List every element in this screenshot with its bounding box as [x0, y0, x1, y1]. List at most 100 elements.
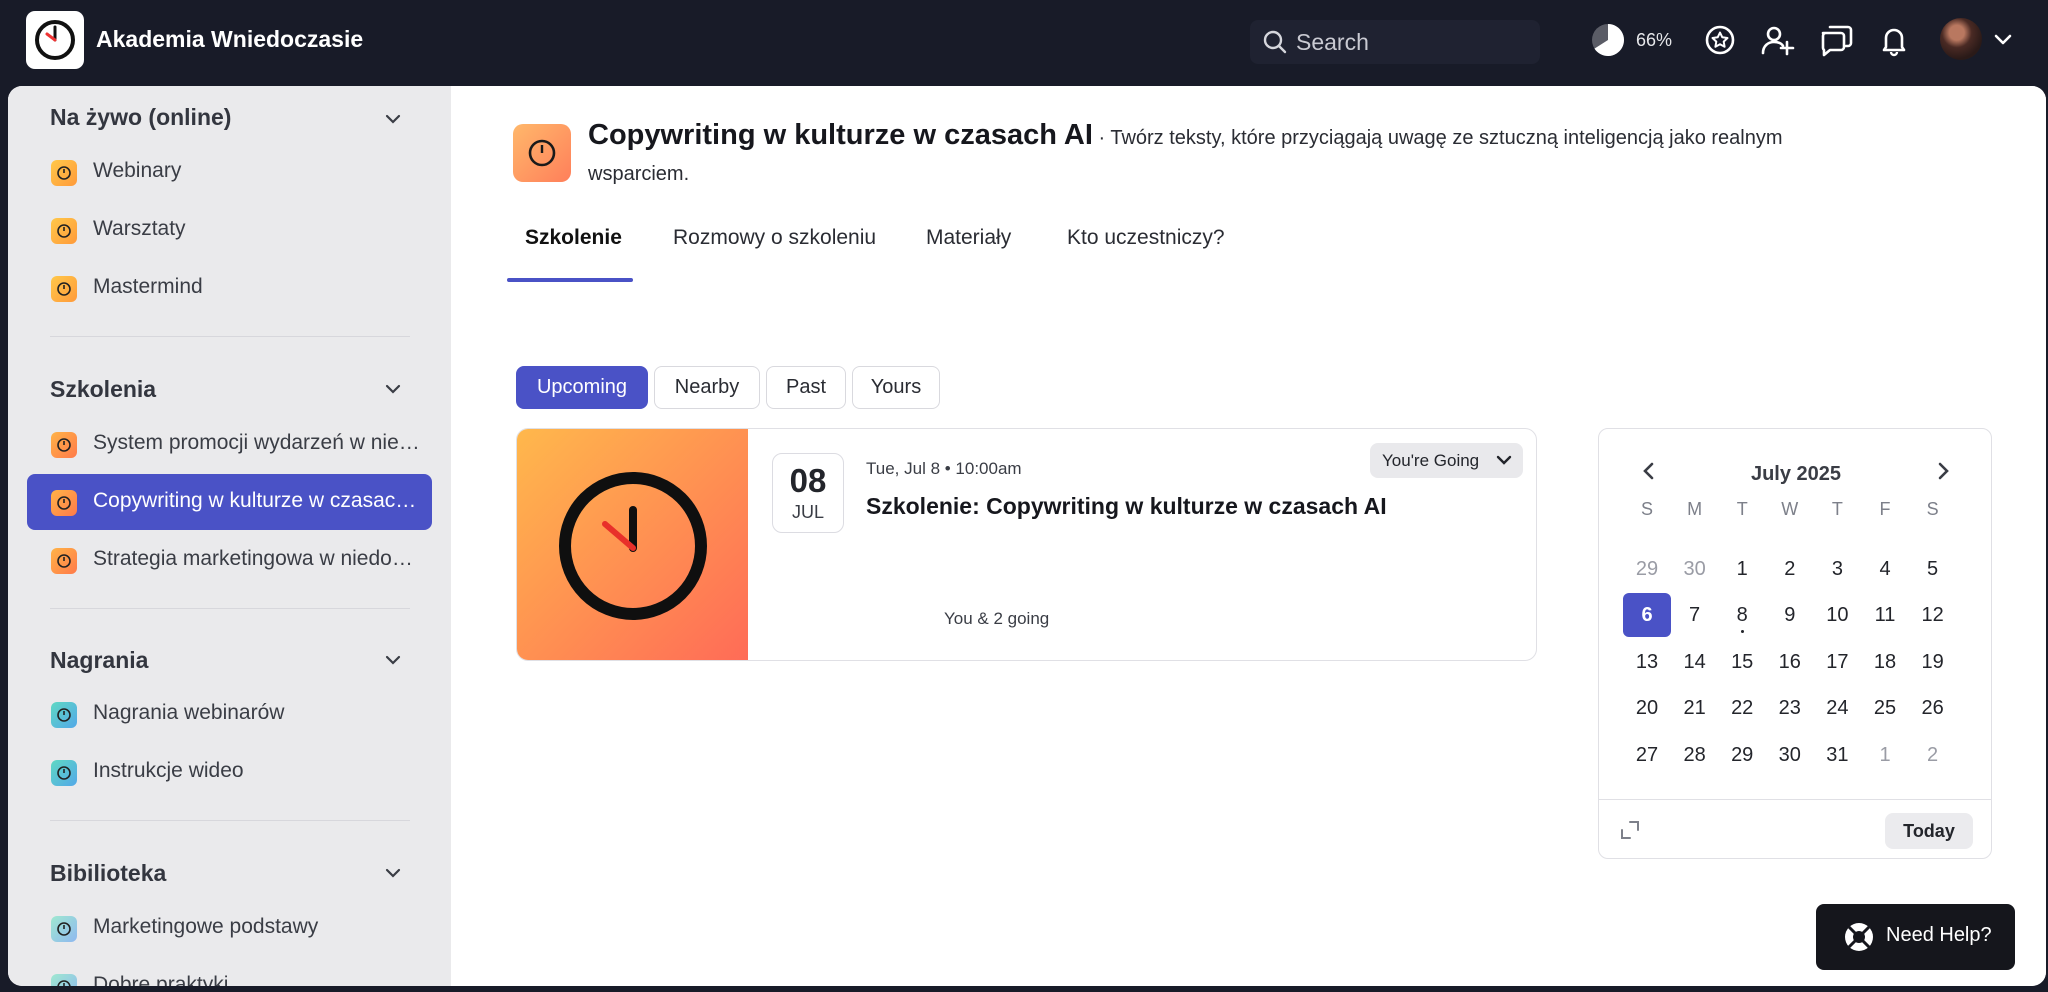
clock-icon [51, 160, 77, 186]
calendar-day[interactable]: 30 [1766, 733, 1814, 777]
sidebar-item-label: Copywriting w kulturze w czasach AI [93, 489, 423, 512]
calendar-day[interactable]: 22 [1718, 686, 1766, 730]
filter-upcoming[interactable]: Upcoming [516, 366, 648, 409]
brand-name[interactable]: Akademia Wniedoczasie [96, 26, 363, 53]
section-title-biblioteka[interactable]: Bibilioteka [50, 860, 166, 887]
calendar-day[interactable]: 16 [1766, 640, 1814, 684]
sidebar-item-marketingowe-podstawy[interactable]: Marketingowe podstawy [27, 900, 432, 956]
calendar-day[interactable]: 3 [1813, 547, 1861, 591]
chevron-right-icon[interactable] [1933, 461, 1953, 481]
filter-yours[interactable]: Yours [852, 366, 940, 409]
calendar-day[interactable]: 9 [1766, 593, 1814, 637]
sidebar-item-webinary[interactable]: Webinary [27, 144, 432, 200]
tab-kto-uczestniczy[interactable]: Kto uczestniczy? [1067, 226, 1225, 250]
sidebar-item-copywriting[interactable]: Copywriting w kulturze w czasach AI [27, 474, 432, 530]
divider [50, 608, 410, 609]
calendar-day[interactable]: 5 [1909, 547, 1957, 591]
filter-past[interactable]: Past [766, 366, 846, 409]
calendar-weekday-label: M [1687, 499, 1703, 519]
user-avatar[interactable] [1940, 18, 1982, 60]
chevron-down-icon[interactable] [384, 380, 402, 398]
calendar-day[interactable]: 4 [1861, 547, 1909, 591]
calendar-day[interactable]: 10 [1813, 593, 1861, 637]
calendar-day[interactable]: 29 [1718, 733, 1766, 777]
section-title-live[interactable]: Na żywo (online) [50, 104, 231, 131]
chevron-down-icon[interactable] [384, 651, 402, 669]
calendar-day[interactable]: 31 [1813, 733, 1861, 777]
calendar-day[interactable]: 7 [1671, 593, 1719, 637]
calendar-day[interactable]: 29 [1623, 547, 1671, 591]
sidebar-item-strategia[interactable]: Strategia marketingowa w niedoczasie [27, 532, 432, 588]
chevron-down-icon[interactable] [384, 110, 402, 128]
sidebar-item-label: Warsztaty [93, 217, 186, 240]
calendar-weekday-label: S [1926, 499, 1939, 519]
calendar-day[interactable]: 13 [1623, 640, 1671, 684]
calendar-day[interactable]: 23 [1766, 686, 1814, 730]
expand-icon[interactable] [1619, 819, 1641, 841]
event-thumbnail[interactable] [517, 429, 748, 660]
sidebar-item-system-promocji[interactable]: System promocji wydarzeń w niedoczasie [27, 416, 432, 472]
chevron-down-icon[interactable] [1994, 32, 2012, 48]
sidebar-item-label: System promocji wydarzeń w niedoczasie [93, 431, 423, 454]
calendar-day[interactable]: 19 [1909, 640, 1957, 684]
event-title[interactable]: Szkolenie: Copywriting w kulturze w czas… [866, 493, 1387, 520]
sidebar-item-warsztaty[interactable]: Warsztaty [27, 202, 432, 258]
attendees-count[interactable]: You & 2 going [944, 609, 1049, 629]
calendar-day[interactable]: 25 [1861, 686, 1909, 730]
calendar-day[interactable]: 8 [1718, 593, 1766, 637]
star-badge-icon[interactable] [1702, 22, 1738, 58]
calendar-widget: July 2025 S M T W T F S 29 30 1 2 3 4 5 6 7 8 9 10 11 12 13 14… [1598, 428, 1992, 859]
sidebar-item-instrukcje-wideo[interactable]: Instrukcje wideo [27, 744, 432, 800]
tab-szkolenie[interactable]: Szkolenie [525, 226, 622, 250]
event-card[interactable]: 08 JUL Tue, Jul 8 • 10:00am Szkolenie: C… [516, 428, 1537, 661]
calendar-day[interactable]: 1 [1861, 733, 1909, 777]
sidebar-item-mastermind[interactable]: Mastermind [27, 260, 432, 316]
calendar-day[interactable]: 15 [1718, 640, 1766, 684]
need-help-button[interactable]: Need Help? [1816, 904, 2015, 970]
calendar-day[interactable]: 12 [1909, 593, 1957, 637]
calendar-day[interactable]: 6 [1623, 593, 1671, 638]
top-bar: Akademia Wniedoczasie Search 66% [0, 0, 2048, 86]
lifebuoy-icon [1845, 923, 1873, 951]
calendar-day[interactable]: 28 [1671, 733, 1719, 777]
app-shell: Na żywo (online) Webinary Warsztaty Mast… [8, 86, 2046, 986]
section-title-szkolenia[interactable]: Szkolenia [50, 376, 156, 403]
calendar-day[interactable]: 20 [1623, 686, 1671, 730]
calendar-day[interactable]: 24 [1813, 686, 1861, 730]
calendar-day[interactable]: 1 [1718, 547, 1766, 591]
tab-materialy[interactable]: Materiały [926, 226, 1011, 250]
calendar-day[interactable]: 27 [1623, 733, 1671, 777]
today-button[interactable]: Today [1885, 813, 1973, 849]
event-month: JUL [791, 502, 824, 522]
chat-icon[interactable] [1818, 22, 1854, 58]
sidebar-item-dobre-praktyki[interactable]: Dobre praktyki [27, 958, 432, 986]
search-placeholder[interactable]: Search [1296, 29, 1369, 56]
calendar-day[interactable]: 21 [1671, 686, 1719, 730]
add-user-icon[interactable] [1760, 22, 1796, 58]
bell-icon[interactable] [1876, 22, 1912, 58]
sidebar-item-label: Instrukcje wideo [93, 759, 244, 782]
calendar-weekday-label: F [1879, 499, 1891, 519]
calendar-day[interactable]: 17 [1813, 640, 1861, 684]
calendar-day[interactable]: 26 [1909, 686, 1957, 730]
chevron-down-icon[interactable] [384, 864, 402, 882]
sidebar-item-nagrania-webinarow[interactable]: Nagrania webinarów [27, 686, 432, 742]
calendar-day[interactable]: 14 [1671, 640, 1719, 684]
sidebar-item-label: Strategia marketingowa w niedoczasie [93, 547, 423, 570]
rsvp-label: You're Going [1382, 450, 1480, 470]
section-title-nagrania[interactable]: Nagrania [50, 647, 148, 674]
rsvp-dropdown[interactable]: You're Going [1370, 443, 1523, 478]
clock-icon [51, 490, 77, 516]
filter-nearby[interactable]: Nearby [654, 366, 760, 409]
calendar-day[interactable]: 11 [1861, 593, 1909, 637]
progress-ring-icon[interactable] [1590, 22, 1626, 58]
calendar-day[interactable]: 2 [1909, 733, 1957, 777]
sidebar-item-label: Nagrania webinarów [93, 701, 285, 724]
calendar-day[interactable]: 2 [1766, 547, 1814, 591]
brand-logo[interactable] [26, 11, 84, 69]
clock-icon [51, 916, 77, 942]
calendar-day[interactable]: 30 [1671, 547, 1719, 591]
calendar-day[interactable]: 18 [1861, 640, 1909, 684]
search-box[interactable]: Search [1250, 20, 1540, 64]
tab-rozmowy[interactable]: Rozmowy o szkoleniu [673, 226, 876, 250]
